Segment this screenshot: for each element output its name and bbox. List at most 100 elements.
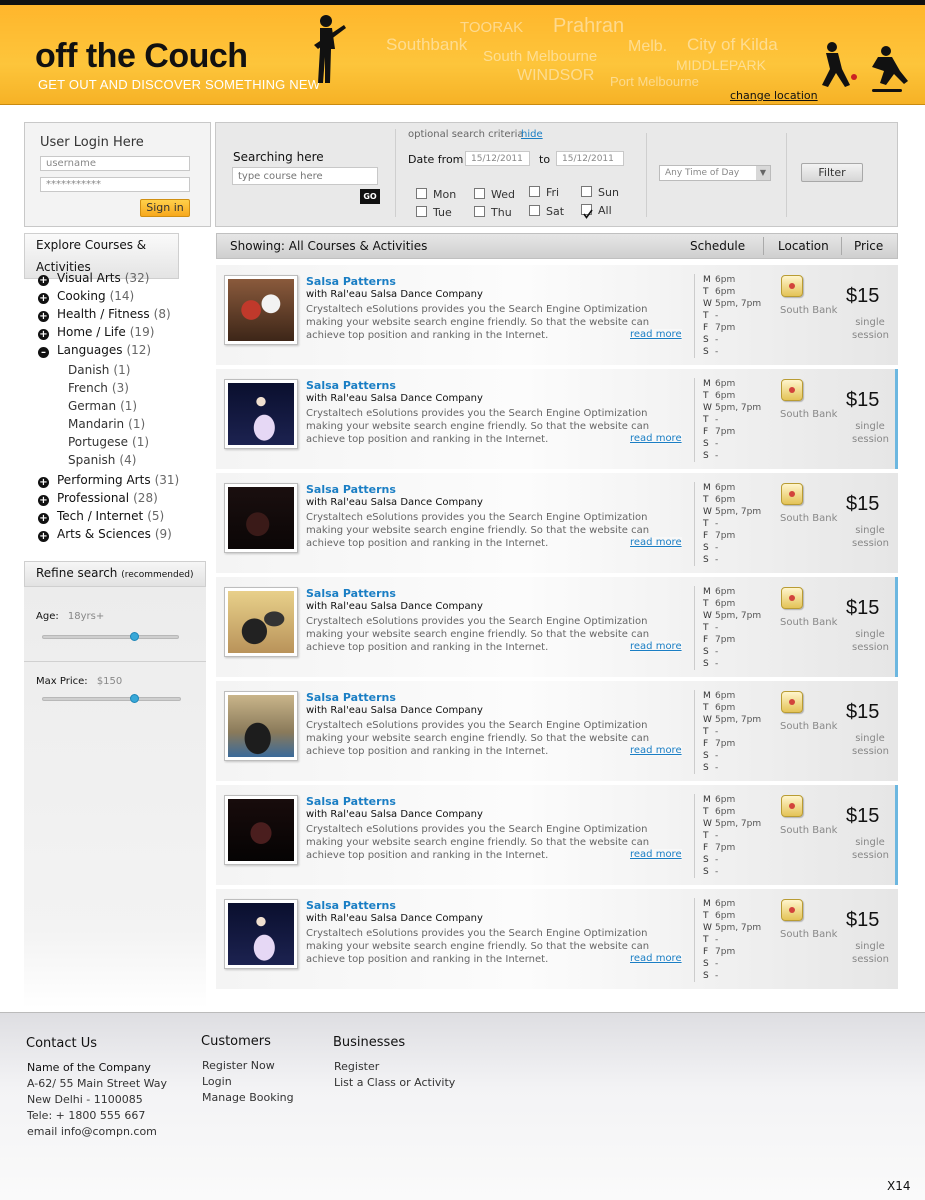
password-field[interactable] (40, 177, 190, 192)
read-more-link[interactable]: read more (630, 329, 682, 340)
go-button[interactable]: GO (360, 189, 380, 204)
day-option-sat[interactable]: Sat (529, 200, 564, 219)
day-option-all[interactable]: All (581, 199, 612, 219)
price-unit: single session (852, 629, 890, 653)
category-item[interactable]: + Performing Arts (31) (38, 471, 206, 489)
filter-button[interactable]: Filter (801, 163, 863, 182)
schedule-time: 6pm (715, 691, 736, 701)
course-title[interactable]: Salsa Patterns (306, 275, 396, 288)
course-card[interactable]: Salsa Patterns with Ral'eau Salsa Dance C… (216, 265, 898, 365)
schedule-column-header[interactable]: Schedule (690, 239, 745, 253)
course-title[interactable]: Salsa Patterns (306, 483, 396, 496)
price-slider-handle[interactable] (130, 694, 140, 703)
category-item[interactable]: + Tech / Internet (5) (38, 507, 206, 525)
price-slider[interactable] (42, 697, 181, 701)
change-location-link[interactable]: change location (730, 89, 818, 102)
map-pin-icon[interactable] (781, 275, 803, 297)
day-option-thu[interactable]: Thu (474, 201, 512, 220)
map-pin-icon[interactable] (781, 587, 803, 609)
course-thumbnail[interactable] (224, 379, 298, 449)
search-input[interactable] (232, 167, 378, 185)
subcategory-item[interactable]: Danish (1) (68, 361, 206, 379)
schedule-row: S- (703, 542, 784, 554)
username-field[interactable] (40, 156, 190, 171)
subcategory-item[interactable]: Portugese (1) (68, 433, 206, 451)
checkbox[interactable] (474, 188, 485, 199)
day-option-wed[interactable]: Wed (474, 183, 515, 202)
subcategory-item[interactable]: French (3) (68, 379, 206, 397)
map-pin-icon[interactable] (781, 483, 803, 505)
map-pin-icon[interactable] (781, 795, 803, 817)
map-pin-icon[interactable] (781, 379, 803, 401)
course-thumbnail[interactable] (224, 587, 298, 657)
category-item[interactable]: + Health / Fitness (8) (38, 305, 206, 323)
course-title[interactable]: Salsa Patterns (306, 379, 396, 392)
checkbox[interactable] (474, 206, 485, 217)
category-count: (5) (147, 509, 165, 523)
hide-criteria-link[interactable]: hide (521, 129, 543, 140)
day-option-tue[interactable]: Tue (416, 201, 452, 220)
read-more-link[interactable]: read more (630, 745, 682, 756)
subcategory-item[interactable]: Spanish (4) (68, 451, 206, 469)
guitarist-silhouette-icon (314, 15, 346, 83)
category-item[interactable]: – Languages (12) (38, 341, 206, 359)
read-more-link[interactable]: read more (630, 849, 682, 860)
age-slider[interactable] (42, 635, 179, 639)
read-more-link[interactable]: read more (630, 641, 682, 652)
course-title[interactable]: Salsa Patterns (306, 587, 396, 600)
course-card[interactable]: Salsa Patterns with Ral'eau Salsa Dance C… (216, 473, 898, 573)
category-item[interactable]: + Home / Life (19) (38, 323, 206, 341)
course-card[interactable]: Salsa Patterns with Ral'eau Salsa Dance C… (216, 889, 898, 989)
price-column-header[interactable]: Price (854, 239, 883, 253)
checkbox[interactable] (529, 205, 540, 216)
course-thumbnail[interactable] (224, 899, 298, 969)
location-column-header[interactable]: Location (778, 239, 829, 253)
read-more-link[interactable]: read more (630, 433, 682, 444)
businesses-link[interactable]: Register (334, 1059, 455, 1075)
checkbox[interactable] (581, 186, 592, 197)
category-item[interactable]: + Professional (28) (38, 489, 206, 507)
checkbox[interactable] (581, 204, 593, 219)
course-title[interactable]: Salsa Patterns (306, 899, 396, 912)
customers-link[interactable]: Manage Booking (202, 1090, 294, 1106)
course-thumbnail[interactable] (224, 691, 298, 761)
subcategory-item[interactable]: Mandarin (1) (68, 415, 206, 433)
date-from-field[interactable] (465, 151, 530, 166)
day-option-fri[interactable]: Fri (529, 181, 559, 200)
map-pin-icon[interactable] (781, 899, 803, 921)
course-title[interactable]: Salsa Patterns (306, 795, 396, 808)
schedule-row: F 7pm (703, 634, 784, 646)
map-pin-icon[interactable] (781, 691, 803, 713)
sign-in-button[interactable]: Sign in (140, 199, 190, 217)
day-option-sun[interactable]: Sun (581, 181, 619, 200)
day-option-mon[interactable]: Mon (416, 183, 456, 202)
course-thumbnail[interactable] (224, 795, 298, 865)
course-thumbnail[interactable] (224, 275, 298, 345)
date-to-field[interactable] (556, 151, 624, 166)
schedule-time: - (715, 763, 719, 773)
course-card[interactable]: Salsa Patterns with Ral'eau Salsa Dance C… (216, 785, 898, 885)
checkbox[interactable] (416, 206, 427, 217)
checkbox[interactable] (529, 186, 540, 197)
checkbox[interactable] (416, 188, 427, 199)
category-item[interactable]: + Visual Arts (32) (38, 269, 206, 287)
read-more-link[interactable]: read more (630, 537, 682, 548)
subcategory-item[interactable]: German (1) (68, 397, 206, 415)
category-label: Cooking (57, 289, 106, 303)
category-item[interactable]: + Arts & Sciences (9) (38, 525, 206, 543)
course-card[interactable]: Salsa Patterns with Ral'eau Salsa Dance C… (216, 577, 898, 677)
category-item[interactable]: + Cooking (14) (38, 287, 206, 305)
course-card[interactable]: Salsa Patterns with Ral'eau Salsa Dance C… (216, 681, 898, 781)
site-logo[interactable]: off the Couch (35, 37, 248, 76)
read-more-link[interactable]: read more (630, 953, 682, 964)
schedule-row: T 6pm (703, 702, 784, 714)
course-card[interactable]: Salsa Patterns with Ral'eau Salsa Dance C… (216, 369, 898, 469)
time-of-day-select[interactable]: Any Time of Day ▼ (659, 165, 771, 181)
age-slider-handle[interactable] (130, 632, 140, 641)
customers-link[interactable]: Register Now (202, 1058, 294, 1074)
course-thumbnail[interactable] (224, 483, 298, 553)
businesses-link[interactable]: List a Class or Activity (334, 1075, 455, 1091)
course-title[interactable]: Salsa Patterns (306, 691, 396, 704)
contact-line: A-62/ 55 Main Street Way (27, 1077, 168, 1090)
customers-link[interactable]: Login (202, 1074, 294, 1090)
